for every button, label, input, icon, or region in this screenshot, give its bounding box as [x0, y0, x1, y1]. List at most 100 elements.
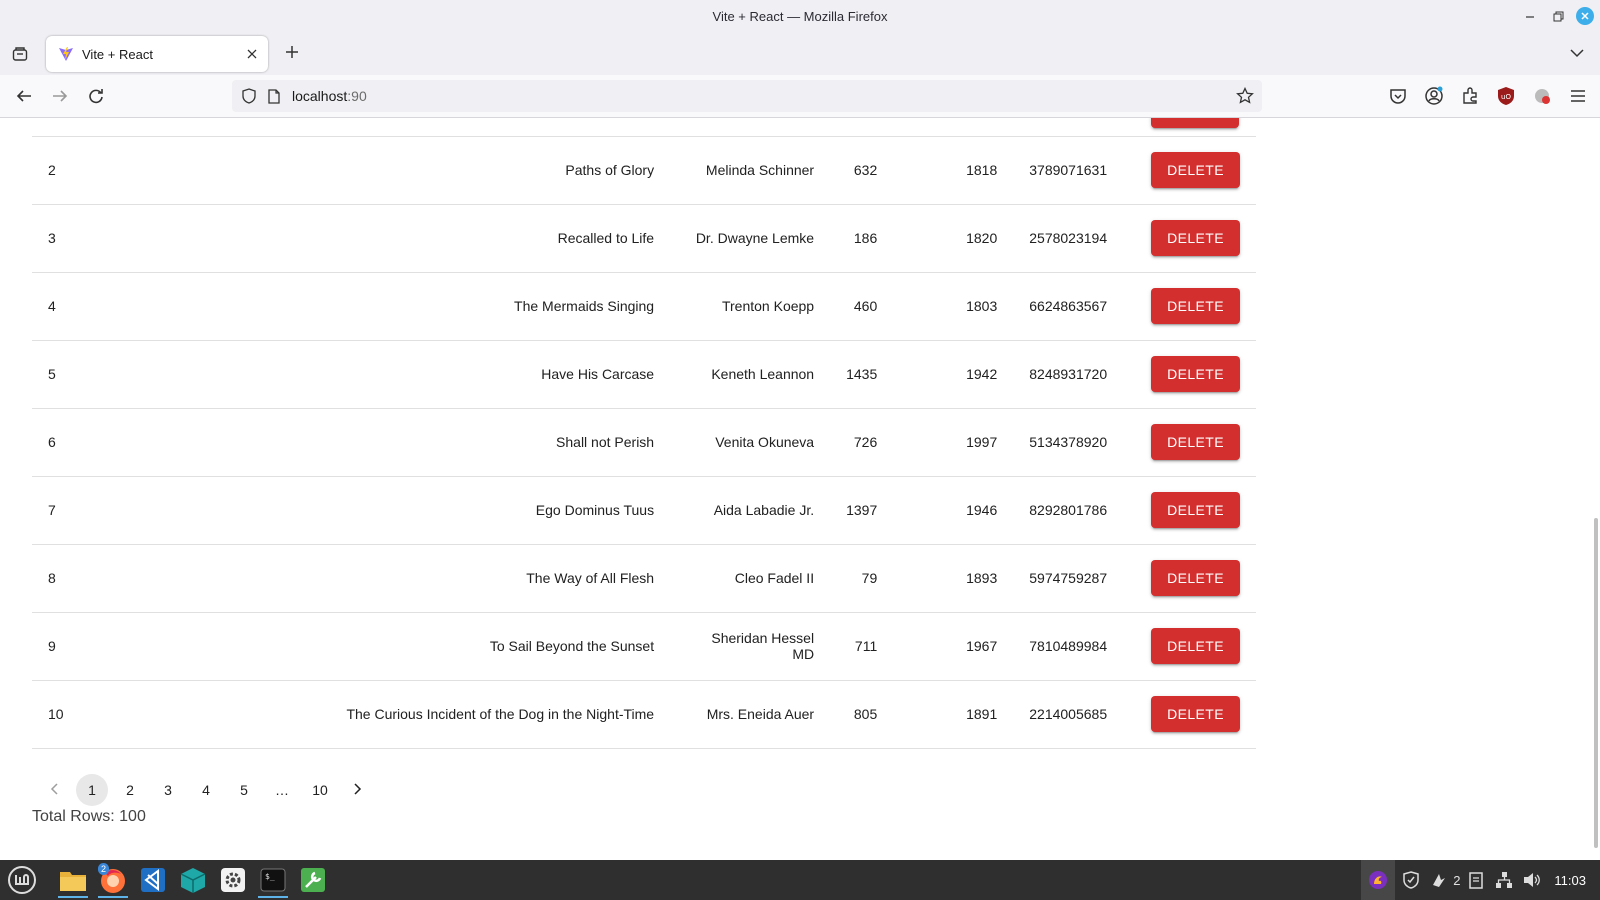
cell-id: 3: [32, 204, 80, 273]
cell-year: 1942: [893, 340, 1014, 409]
maximize-button[interactable]: [1548, 6, 1568, 26]
chevron-left-icon: [50, 783, 58, 795]
clock[interactable]: 11:03: [1554, 873, 1586, 888]
close-icon: [247, 49, 257, 58]
tab-list-icon: [12, 47, 28, 61]
plus-icon: [286, 46, 298, 58]
page-button-3[interactable]: 3: [152, 774, 184, 806]
settings-icon[interactable]: [216, 862, 250, 898]
delete-button[interactable]: DELETE: [1151, 424, 1240, 460]
box-icon[interactable]: [176, 862, 210, 898]
cell-isbn: 7810489984: [1013, 612, 1124, 681]
page-scrollbar[interactable]: [1594, 518, 1598, 848]
page-button-4[interactable]: 4: [190, 774, 222, 806]
page-button-2[interactable]: 2: [114, 774, 146, 806]
page-button-5[interactable]: 5: [228, 774, 260, 806]
delete-button[interactable]: DELETE: [1151, 492, 1240, 528]
table-row: 6 Shall not Perish Venita Okuneva 726 19…: [32, 408, 1256, 477]
clipboard-icon[interactable]: [1464, 868, 1488, 892]
close-window-button[interactable]: [1576, 7, 1594, 25]
terminal-icon[interactable]: $_: [256, 862, 290, 898]
page-content: 2 Paths of Glory Melinda Schinner 632 18…: [0, 118, 1600, 860]
cell-id: 10: [32, 680, 80, 749]
star-icon: [1236, 86, 1254, 104]
cell-author: Melinda Schinner: [670, 136, 831, 205]
next-page-button[interactable]: [342, 774, 374, 806]
cell-title: Have His Carcase: [79, 340, 671, 409]
window-titlebar: Vite + React — Mozilla Firefox: [0, 0, 1600, 33]
tab-vite-react[interactable]: Vite + React: [46, 36, 268, 72]
mint-logo-icon: [8, 866, 36, 894]
reload-button[interactable]: [84, 84, 108, 108]
bookmark-star-button[interactable]: [1236, 86, 1254, 110]
delete-button[interactable]: DELETE: [1151, 152, 1240, 188]
ublock-icon[interactable]: uO: [1494, 85, 1518, 107]
url-text[interactable]: localhost:90: [292, 88, 367, 104]
cell-pages: 1397: [830, 476, 894, 545]
page-button-10[interactable]: 10: [304, 774, 336, 806]
page-button-1[interactable]: 1: [76, 774, 108, 806]
restore-icon: [1553, 11, 1563, 21]
shield-tray-icon[interactable]: [1399, 868, 1423, 892]
url-bar[interactable]: localhost:90: [232, 80, 1262, 112]
cell-pages: 186: [830, 204, 894, 273]
arrow-right-icon: [53, 90, 68, 102]
files-icon[interactable]: [56, 862, 90, 898]
previous-page-button[interactable]: [38, 774, 70, 806]
cell-year: 1818: [893, 136, 1014, 205]
pocket-icon[interactable]: [1386, 85, 1410, 107]
system-tray: 2 11:03: [1361, 860, 1600, 900]
tool-icon[interactable]: [296, 862, 330, 898]
reload-icon: [89, 89, 103, 104]
cell-author: Sheridan Hessel MD: [670, 612, 831, 681]
addon-icon[interactable]: [1530, 85, 1554, 107]
cell-id: 5: [32, 340, 80, 409]
navigation-toolbar: localhost:90 uO: [0, 75, 1600, 118]
account-icon[interactable]: [1422, 85, 1446, 107]
table-row: 7 Ego Dominus Tuus Aida Labadie Jr. 1397…: [32, 476, 1256, 545]
delete-button[interactable]: DELETE: [1151, 220, 1240, 256]
delete-button[interactable]: DELETE: [1151, 288, 1240, 324]
notification-count: 2: [1453, 872, 1461, 888]
cell-title: The Mermaids Singing: [79, 272, 671, 341]
cell-isbn: 2214005685: [1013, 680, 1124, 749]
hamburger-menu-icon[interactable]: [1566, 85, 1590, 107]
delete-button[interactable]: DELETE: [1151, 628, 1240, 664]
firefox-tray-icon[interactable]: [1361, 860, 1396, 900]
cell-year: 1891: [893, 680, 1014, 749]
notifications-icon[interactable]: [1427, 868, 1451, 892]
new-tab-button[interactable]: [280, 42, 304, 65]
start-menu-button[interactable]: [6, 864, 38, 896]
table-row: 8 The Way of All Flesh Cleo Fadel II 79 …: [32, 544, 1256, 613]
table-row: 4 The Mermaids Singing Trenton Koepp 460…: [32, 272, 1256, 341]
back-button[interactable]: [12, 84, 36, 108]
volume-icon[interactable]: [1520, 868, 1544, 892]
cell-title: The Curious Incident of the Dog in the N…: [79, 680, 671, 749]
cell-pages: 805: [830, 680, 894, 749]
tab-close-button[interactable]: [240, 46, 264, 63]
vscode-icon[interactable]: [136, 862, 170, 898]
cell-title: To Sail Beyond the Sunset: [79, 612, 671, 681]
firefox-icon[interactable]: 2: [96, 862, 130, 898]
list-all-tabs-button[interactable]: [1570, 45, 1584, 61]
minimize-button[interactable]: [1520, 6, 1540, 26]
delete-button[interactable]: DELETE: [1151, 356, 1240, 392]
network-icon[interactable]: [1492, 868, 1516, 892]
firefox-view-button[interactable]: [10, 44, 30, 64]
cell-year: 1967: [893, 612, 1014, 681]
cell-id: 6: [32, 408, 80, 477]
cell-author: Trenton Koepp: [670, 272, 831, 341]
forward-button[interactable]: [48, 84, 72, 108]
minimize-icon: [1526, 16, 1534, 18]
delete-button[interactable]: [1151, 118, 1240, 129]
launcher-list: 2 $_: [56, 862, 330, 898]
close-icon: [1581, 12, 1589, 20]
shield-icon[interactable]: [240, 87, 258, 105]
extensions-icon[interactable]: [1458, 85, 1482, 107]
total-rows-label: Total Rows: 100: [32, 808, 146, 825]
chevron-down-icon: [1570, 49, 1584, 58]
page-icon[interactable]: [266, 87, 282, 105]
delete-button[interactable]: DELETE: [1151, 696, 1240, 732]
delete-button[interactable]: DELETE: [1151, 560, 1240, 596]
toolbar-icons: uO: [1386, 85, 1590, 107]
